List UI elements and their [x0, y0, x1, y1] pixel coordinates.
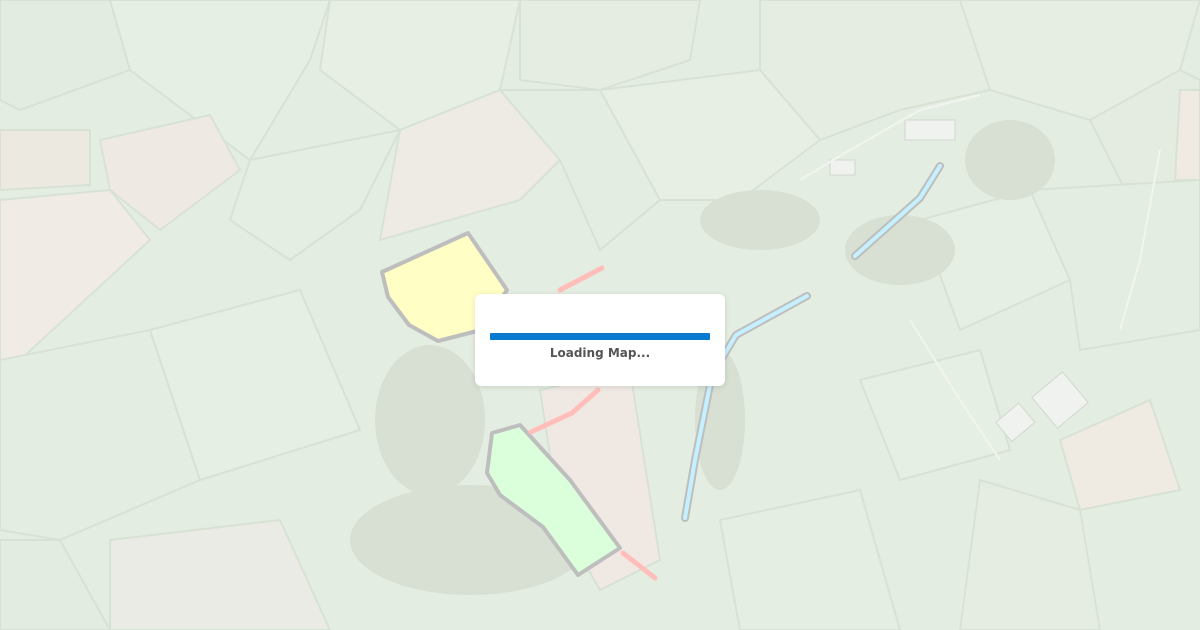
progress-track	[490, 333, 710, 340]
progress-bar	[490, 333, 710, 340]
loading-text: Loading Map...	[549, 346, 651, 360]
loading-dialog: Loading Map...	[475, 294, 725, 386]
